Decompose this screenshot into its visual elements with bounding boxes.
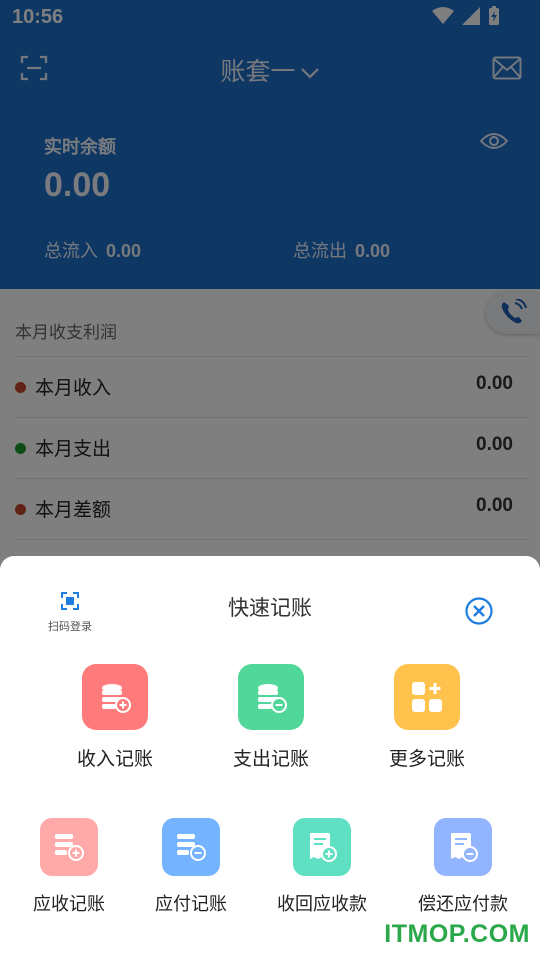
coin-minus-icon (258, 684, 287, 713)
repay-payable-button[interactable]: 偿还应付款 (398, 818, 528, 916)
collect-receivable-icon (310, 833, 337, 862)
repay-payable-icon (451, 833, 478, 862)
repay-payable-tile (434, 818, 492, 876)
receivable-entry-button[interactable]: 应收记账 (4, 818, 134, 916)
payable-entry-label: 应付记账 (155, 894, 227, 915)
sheet-title: 快速记账 (228, 596, 312, 620)
payable-entry-tile (162, 818, 220, 876)
payable-icon (177, 834, 206, 861)
income-entry-tile (82, 664, 148, 730)
expense-entry-button[interactable]: 支出记账 (211, 664, 331, 771)
income-entry-label: 收入记账 (76, 748, 153, 770)
grid-plus-icon (412, 682, 442, 712)
receivable-entry-tile (40, 818, 98, 876)
expense-entry-tile (238, 664, 304, 730)
collect-receivable-label: 收回应收款 (277, 894, 367, 915)
quick-entry-sheet: 扫码登录 快速记账 收入记账 支出记账 更多记账 应收记账 应付记账 收回应收款… (0, 556, 540, 960)
more-entry-button[interactable]: 更多记账 (367, 664, 487, 771)
receivable-entry-label: 应收记账 (33, 894, 105, 915)
income-entry-button[interactable]: 收入记账 (55, 664, 175, 771)
repay-payable-label: 偿还应付款 (418, 894, 508, 915)
expense-entry-label: 支出记账 (232, 748, 309, 770)
collect-receivable-tile (293, 818, 351, 876)
more-entry-tile (394, 664, 460, 730)
more-entry-label: 更多记账 (388, 748, 465, 770)
collect-receivable-button[interactable]: 收回应收款 (257, 818, 387, 916)
watermark: ITMOP.COM (384, 920, 530, 948)
close-icon[interactable] (464, 596, 494, 626)
payable-entry-button[interactable]: 应付记账 (126, 818, 256, 916)
receivable-icon (55, 834, 84, 861)
coin-plus-icon (102, 684, 131, 713)
